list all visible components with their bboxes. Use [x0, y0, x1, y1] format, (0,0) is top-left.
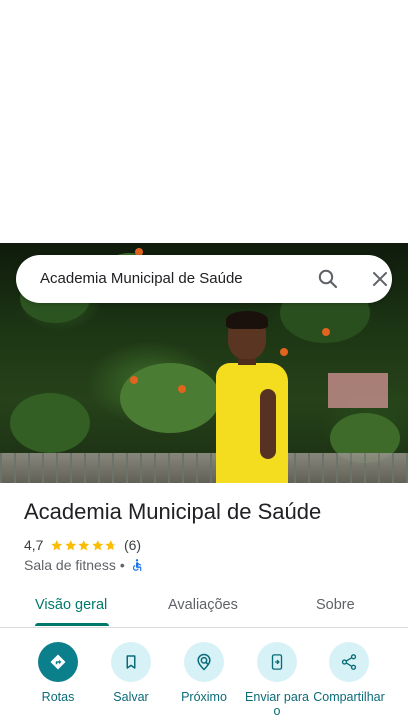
directions-label: Rotas — [41, 690, 75, 704]
star-icon — [78, 539, 90, 550]
tab-about[interactable]: Sobre — [316, 584, 355, 626]
send-to-phone-button[interactable]: Enviar para o — [237, 640, 317, 718]
save-button[interactable]: Salvar — [91, 640, 171, 704]
blank-map-area — [0, 0, 408, 243]
rating-row[interactable]: 4,7 (6) — [24, 536, 141, 554]
tab-reviews[interactable]: Avaliações — [168, 584, 238, 626]
send-to-phone-label: Enviar para o — [245, 690, 309, 718]
nearby-label: Próximo — [181, 690, 227, 704]
star-icon — [92, 539, 104, 550]
nearby-icon — [197, 653, 211, 671]
action-bar: Rotas Salvar Próximo Enviar para o Compa… — [0, 640, 408, 726]
close-icon[interactable] — [368, 267, 392, 291]
nearby-button[interactable]: Próximo — [164, 640, 244, 704]
share-icon — [341, 654, 357, 670]
place-category: Sala de fitness — [24, 557, 116, 573]
search-bar[interactable]: Academia Municipal de Saúde — [16, 255, 392, 303]
star-rating — [50, 539, 118, 552]
share-icon-circle — [329, 642, 369, 682]
separator: • — [119, 557, 125, 573]
place-title: Academia Municipal de Saúde — [24, 499, 322, 524]
tab-indicator — [35, 623, 109, 626]
send-to-phone-icon — [271, 654, 283, 670]
foliage — [120, 363, 220, 433]
nearby-icon-circle — [184, 642, 224, 682]
star-icon — [65, 539, 77, 550]
send-to-phone-icon-circle — [257, 642, 297, 682]
fence — [0, 453, 408, 483]
star-icon — [51, 539, 63, 550]
search-icon[interactable] — [316, 267, 340, 291]
background-wall — [328, 373, 388, 408]
bookmark-icon-circle — [111, 642, 151, 682]
save-label: Salvar — [113, 690, 149, 704]
flower — [130, 376, 138, 384]
rating-value: 4,7 — [24, 537, 44, 553]
tab-bar: Visão geral Avaliações Sobre — [0, 584, 408, 628]
bookmark-icon — [126, 655, 136, 669]
tab-overview[interactable]: Visão geral — [35, 584, 107, 626]
flower — [322, 328, 330, 336]
directions-icon — [50, 654, 66, 670]
category-row: Sala de fitness • — [24, 556, 144, 574]
flower — [178, 385, 186, 393]
star-icon — [105, 539, 117, 550]
wheelchair-icon — [132, 559, 142, 571]
share-button[interactable]: Compartilhar — [309, 640, 389, 718]
search-input[interactable]: Academia Municipal de Saúde — [40, 255, 243, 303]
directions-button[interactable]: Rotas — [18, 640, 98, 704]
foliage — [10, 393, 90, 453]
directions-icon-circle — [38, 642, 78, 682]
review-count[interactable]: (6) — [124, 537, 141, 553]
share-label: Compartilhar — [313, 690, 385, 704]
person-figure — [214, 311, 294, 483]
